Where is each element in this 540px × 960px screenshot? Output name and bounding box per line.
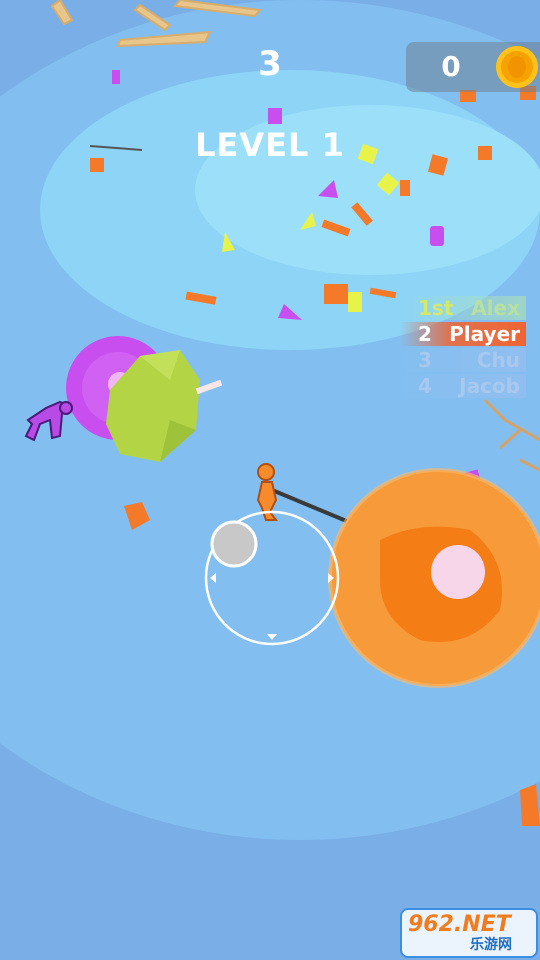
piece bbox=[324, 284, 348, 304]
piece bbox=[268, 108, 282, 124]
coin-count: 0 bbox=[441, 50, 461, 83]
coin-icon bbox=[496, 46, 538, 88]
level-title: LEVEL 1 bbox=[195, 126, 345, 164]
leaderboard-name: Jacob bbox=[459, 374, 520, 398]
leaderboard-row: 4 Jacob bbox=[400, 374, 526, 398]
leaderboard-name: Alex bbox=[471, 296, 520, 320]
leaderboard-name: Player bbox=[449, 322, 520, 346]
orange-planet bbox=[328, 468, 540, 688]
piece bbox=[348, 292, 362, 312]
piece bbox=[478, 146, 492, 160]
watermark-logo: 962.NET 乐游网 bbox=[400, 908, 538, 958]
piece bbox=[90, 158, 104, 172]
leaderboard-name: Chu bbox=[476, 348, 520, 372]
joystick-icon[interactable] bbox=[210, 520, 258, 568]
score-counter: 3 bbox=[258, 44, 282, 84]
leaderboard-rank: 2 bbox=[418, 322, 432, 346]
leaderboard-rank: 4 bbox=[418, 374, 432, 398]
leaderboard-row: 1st Alex bbox=[400, 296, 526, 320]
piece bbox=[112, 70, 120, 84]
leaderboard-rank: 1st bbox=[418, 296, 454, 320]
piece bbox=[400, 180, 410, 196]
leaderboard-row-player: 2 Player bbox=[400, 322, 526, 346]
coin-panel: 0 bbox=[406, 42, 540, 92]
leaderboard-row: 3 Chu bbox=[400, 348, 526, 372]
leaderboard-rank: 3 bbox=[418, 348, 432, 372]
piece bbox=[430, 226, 444, 246]
watermark-sub: 乐游网 bbox=[470, 937, 512, 953]
